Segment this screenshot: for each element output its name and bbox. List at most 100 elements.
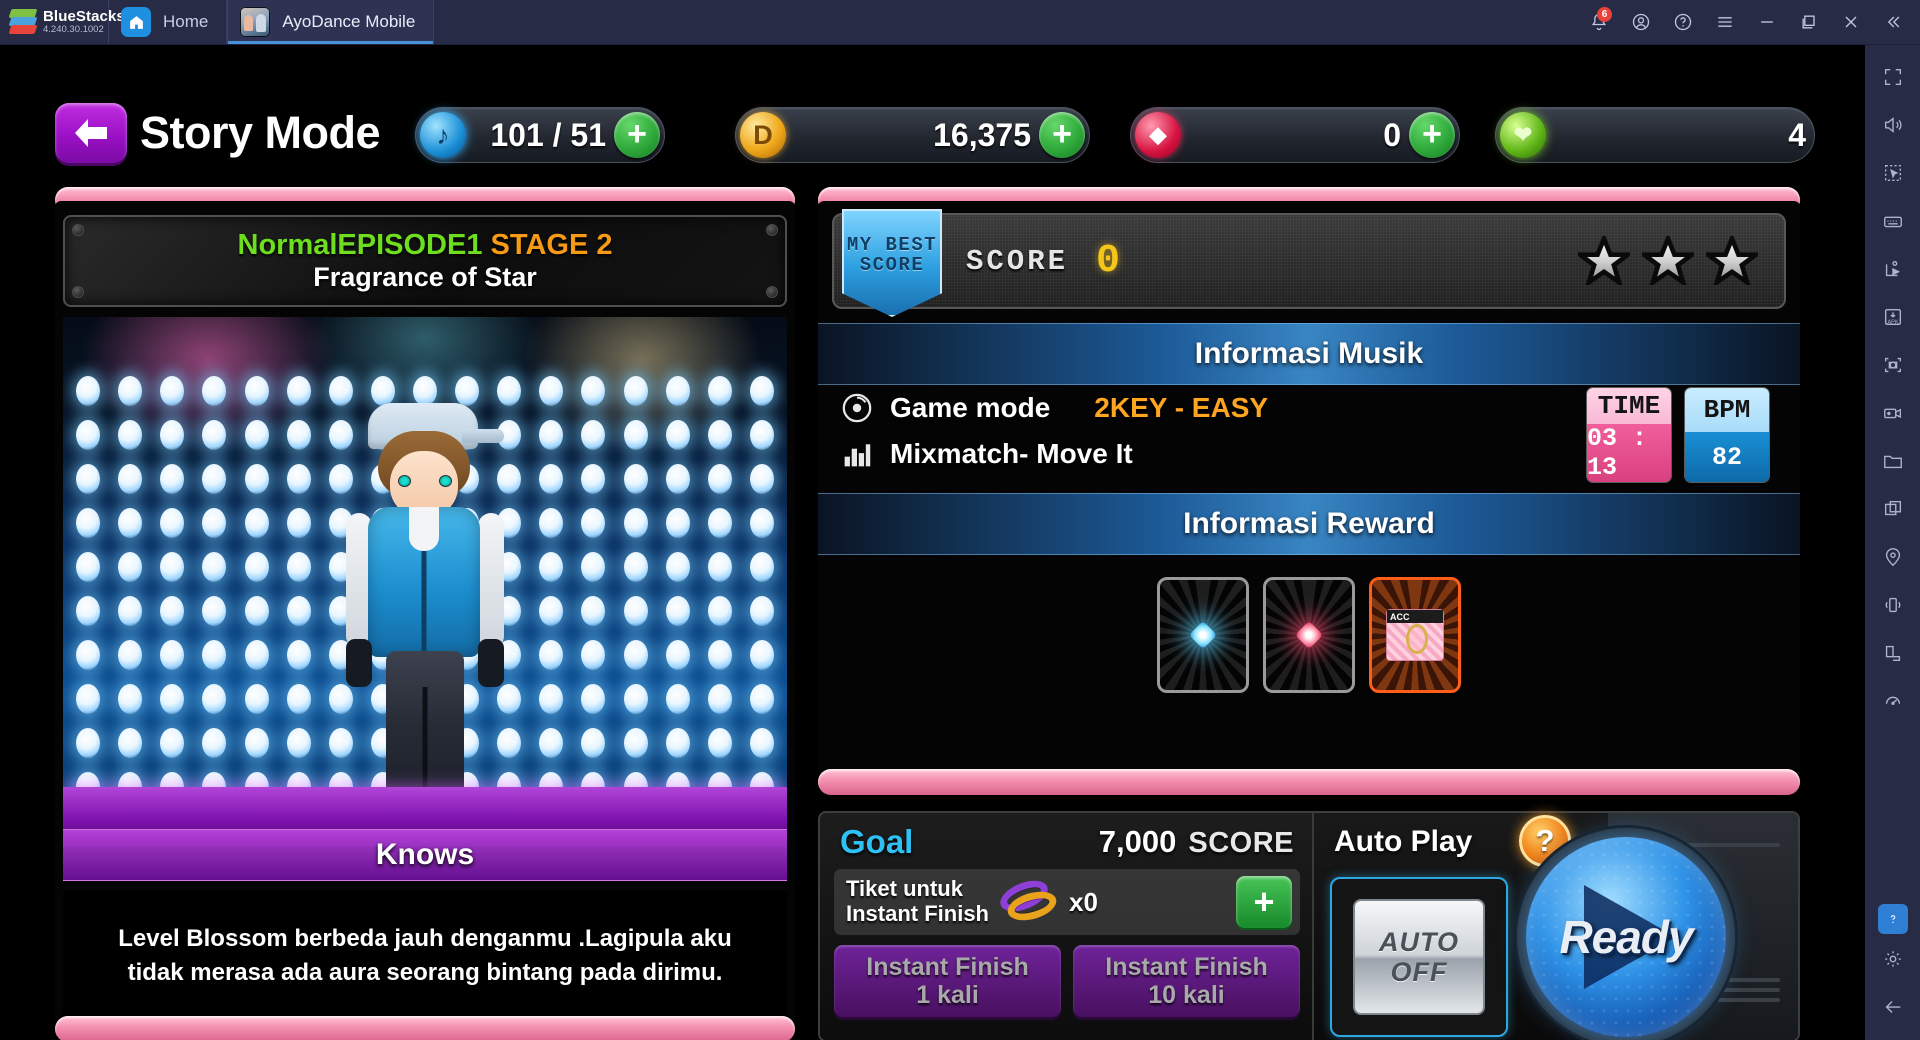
add-ticket-button[interactable]: + — [1236, 876, 1292, 928]
titlebar-spacer — [434, 0, 1578, 44]
song-title: Fragrance of Star — [313, 262, 537, 293]
screen-record-icon[interactable] — [1870, 390, 1916, 436]
free-pass-icon — [995, 874, 1060, 926]
macro-icon[interactable] — [1870, 246, 1916, 292]
instant-finish-1-button[interactable]: Instant Finish 1 kali — [834, 945, 1061, 1017]
goal-label: Goal — [840, 823, 914, 860]
goal-column: Goal 7,000 SCORE Tiket untuk Instant Fin… — [820, 813, 1312, 1040]
close-icon[interactable] — [1830, 0, 1872, 45]
bell-icon[interactable]: 6 — [1578, 0, 1620, 45]
reward-card-2[interactable] — [1263, 577, 1355, 693]
screenshot-icon[interactable] — [1870, 342, 1916, 388]
page-title: Story Mode — [140, 107, 381, 158]
tab-ayodance-label: AyoDance Mobile — [282, 12, 416, 31]
home-icon — [121, 7, 151, 37]
tab-ayodance-mobile[interactable]: AyoDance Mobile — [227, 0, 435, 44]
autoplay-toggle-line1: AUTO — [1378, 926, 1459, 957]
music-info-title: Informasi Musik — [1194, 337, 1424, 370]
goal-unit: SCORE — [1188, 827, 1294, 859]
add-note-button[interactable]: + — [614, 112, 660, 158]
currency-note-value: 101 / 51 — [490, 116, 606, 153]
maximize-icon[interactable] — [1788, 0, 1830, 45]
add-ticket-label: + — [1253, 881, 1275, 922]
screw-icon — [766, 224, 778, 236]
goal-value: 7,000 — [1098, 824, 1177, 859]
back-arrow-icon[interactable] — [55, 103, 127, 163]
bluestacks-sidebar: APK — [1865, 45, 1920, 1040]
avatar-vest — [368, 507, 480, 657]
autoplay-column: Auto Play ? AUTO OFF Ready — [1312, 813, 1798, 1040]
best-score-ribbon-line2: SCORE — [859, 254, 925, 276]
multi-instance-icon[interactable] — [1870, 486, 1916, 532]
screw-icon — [72, 224, 84, 236]
instant-finish-10-button[interactable]: Instant Finish 10 kali — [1073, 945, 1300, 1017]
reward-card-list: ACC — [818, 555, 1800, 715]
install-apk-icon[interactable]: APK — [1870, 294, 1916, 340]
time-tag: TIME 03 : 13 — [1586, 387, 1672, 483]
time-tag-value: 03 : 13 — [1587, 424, 1671, 482]
reward-card-1[interactable] — [1157, 577, 1249, 693]
stage-line: NormalEPISODE1 STAGE 2 — [238, 229, 613, 262]
song-name-label: Mixmatch- Move It — [890, 438, 1133, 469]
help-icon-sidebar[interactable] — [1877, 904, 1908, 934]
game-mode-value: 2KEY - EASY — [1094, 392, 1269, 423]
ticket-label-line1: Tiket untuk — [846, 876, 963, 902]
fullscreen-icon[interactable] — [1870, 54, 1916, 100]
multi-select-icon[interactable] — [1870, 150, 1916, 196]
star-icon — [1636, 232, 1699, 288]
currency-gem-value: 0 — [1383, 116, 1401, 153]
eco-mode-icon[interactable] — [1870, 678, 1916, 724]
instant-finish-1-line2: 1 kali — [916, 981, 979, 1009]
autoplay-toggle-button[interactable]: AUTO OFF — [1330, 877, 1508, 1037]
keyboard-controls-icon[interactable] — [1870, 198, 1916, 244]
media-folder-icon[interactable] — [1870, 438, 1916, 484]
bpm-tag: BPM 82 — [1684, 387, 1770, 483]
autoplay-toggle-line2: OFF — [1390, 957, 1448, 987]
rotate-icon[interactable] — [1870, 630, 1916, 676]
volume-icon[interactable] — [1870, 102, 1916, 148]
right-panel: MY BEST SCORE SCORE 0 Informasi Musik Ga… — [818, 187, 1800, 795]
star-icon — [1572, 232, 1635, 288]
left-panel: NormalEPISODE1 STAGE 2 Fragrance of Star — [55, 187, 795, 1040]
ticket-label-line2: Instant Finish — [846, 901, 989, 926]
bpm-tag-label: BPM — [1685, 388, 1769, 432]
difficulty-label: NormalEPISODE1 — [237, 228, 483, 261]
currency-gold[interactable]: D 16,375 + — [735, 107, 1090, 163]
svg-text:APK: APK — [1887, 319, 1898, 325]
instant-finish-1-line1: Instant Finish — [866, 953, 1029, 981]
settings-icon[interactable] — [1870, 936, 1916, 982]
gold-coin-icon: D — [740, 112, 786, 158]
star-icon — [1700, 232, 1763, 288]
currency-heart[interactable]: ❤ 4 — [1495, 107, 1815, 163]
ticket-row: Tiket untuk Instant Finish x0 + — [834, 869, 1300, 935]
bluestacks-logo: BlueStacks 4.240.30.1002 — [0, 0, 125, 44]
minimize-icon[interactable] — [1746, 0, 1788, 45]
ready-button[interactable]: Ready — [1526, 837, 1726, 1037]
time-tag-label: TIME — [1587, 388, 1671, 424]
reward-card-3[interactable]: ACC — [1369, 577, 1461, 693]
bluestacks-logo-icon — [8, 9, 38, 35]
screw-icon — [72, 286, 84, 298]
tab-home[interactable]: Home — [108, 0, 228, 44]
avatar-eye-right — [439, 475, 452, 487]
back-icon[interactable] — [1870, 984, 1916, 1030]
currency-gem[interactable]: ◆ 0 + — [1130, 107, 1460, 163]
avatar — [340, 403, 510, 823]
collapse-icon[interactable] — [1872, 0, 1914, 45]
shake-icon[interactable] — [1870, 582, 1916, 628]
score-value: 0 — [1096, 238, 1121, 284]
titlebar-system-buttons: 6 — [1578, 0, 1920, 44]
ticket-count: x0 — [1069, 886, 1098, 917]
reward-info-header: Informasi Reward — [818, 493, 1800, 555]
right-panel-bottom-bar — [818, 769, 1800, 795]
menu-icon[interactable] — [1704, 0, 1746, 45]
add-gold-button[interactable]: + — [1039, 112, 1085, 158]
add-gem-button[interactable]: + — [1409, 112, 1455, 158]
account-icon[interactable] — [1620, 0, 1662, 45]
dialogue-text: Level Blossom berbeda jauh denganmu .Lag… — [63, 891, 787, 1021]
instant-finish-row: Instant Finish 1 kali Instant Finish 10 … — [834, 945, 1300, 1017]
location-icon[interactable] — [1870, 534, 1916, 580]
help-icon[interactable] — [1662, 0, 1704, 45]
game-viewport: Story Mode ♪ 101 / 51 + D 16,375 + ◆ 0 +… — [0, 45, 1865, 1040]
currency-note[interactable]: ♪ 101 / 51 + — [415, 107, 665, 163]
